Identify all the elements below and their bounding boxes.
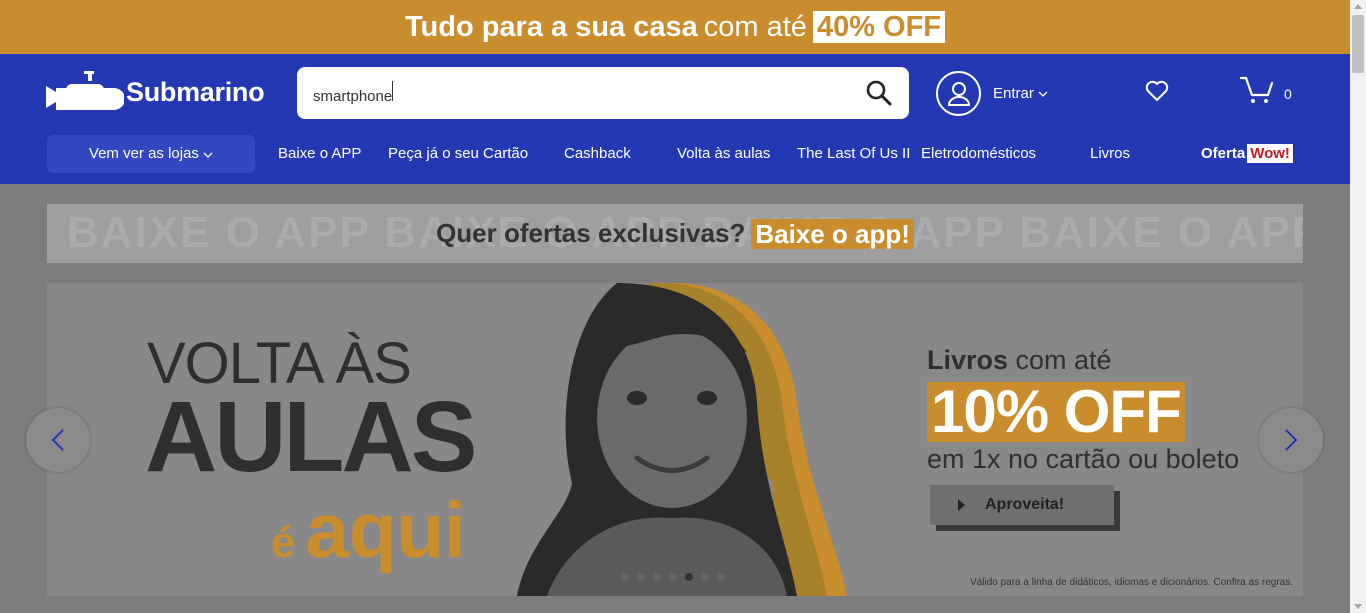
- promo-discount: 40% OFF: [812, 11, 946, 43]
- offer-discount: 10% OFF: [927, 382, 1185, 442]
- scroll-thumb[interactable]: [1352, 15, 1364, 73]
- hero-line-aulas: AULAS: [145, 381, 477, 493]
- nav-item-baixe-app[interactable]: Baixe o APP: [278, 135, 361, 173]
- scroll-down-arrow[interactable]: [1354, 604, 1362, 609]
- search-icon[interactable]: [865, 79, 893, 107]
- chevron-down-icon: [203, 152, 213, 158]
- hero-aqui: aqui: [305, 486, 466, 574]
- user-icon: [936, 71, 981, 116]
- oferta-label: Oferta: [1201, 145, 1246, 162]
- nav-item-last-of-us[interactable]: The Last Of Us II: [797, 135, 910, 173]
- banner-question: Quer ofertas exclusivas?: [436, 218, 746, 248]
- nav-item-cashback[interactable]: Cashback: [564, 135, 631, 173]
- offer-payment: em 1x no cartão ou boleto: [927, 444, 1240, 474]
- nav-stores-dropdown[interactable]: Vem ver as lojas: [47, 135, 255, 173]
- hero-e: é: [271, 518, 296, 567]
- offer-headline: Livros com até: [927, 345, 1239, 376]
- hero-carousel-slide[interactable]: VOLTA ÀS AULAS é aqui Livros com até 10% …: [47, 283, 1303, 596]
- account-menu[interactable]: Entrar: [936, 71, 1048, 116]
- scroll-up-arrow[interactable]: [1354, 4, 1362, 9]
- submarine-icon: [46, 71, 124, 110]
- aproveita-button[interactable]: Aproveita!: [930, 485, 1114, 525]
- nav-item-eletrodomesticos[interactable]: Eletrodomésticos: [921, 135, 1036, 173]
- carousel-dot[interactable]: [653, 573, 661, 581]
- carousel-dots: [621, 573, 725, 581]
- nav-item-livros[interactable]: Livros: [1090, 135, 1130, 173]
- site-header: Submarino smartphone Entrar 0 Vem ver as…: [0, 54, 1350, 184]
- login-label: Entrar: [993, 85, 1034, 102]
- cart-icon: [1240, 76, 1274, 103]
- search-value: smartphone: [313, 88, 393, 105]
- carousel-dot-active[interactable]: [685, 573, 693, 581]
- aproveita-label: Aproveita!: [985, 496, 1065, 513]
- chevron-right-icon: [1285, 429, 1298, 451]
- page-scrollbar[interactable]: [1350, 0, 1366, 613]
- banner-cta: Baixe o app!: [751, 218, 914, 249]
- carousel-dot[interactable]: [701, 573, 709, 581]
- cart-button[interactable]: 0: [1240, 76, 1292, 104]
- offer-livros: Livros: [927, 345, 1009, 375]
- chevron-down-icon: [1038, 91, 1048, 97]
- carousel-next-button[interactable]: [1259, 408, 1323, 472]
- chevron-left-icon: [51, 429, 64, 451]
- cart-count: 0: [1284, 86, 1292, 102]
- logo-text: Submarino: [126, 76, 265, 107]
- search-box[interactable]: smartphone: [297, 67, 909, 119]
- nav-item-volta-aulas[interactable]: Volta às aulas: [677, 135, 770, 173]
- search-input[interactable]: smartphone: [313, 81, 865, 105]
- carousel-dot[interactable]: [669, 573, 677, 581]
- submarino-logo[interactable]: Submarino: [46, 70, 265, 114]
- offer-com-ate: com até: [1008, 345, 1112, 375]
- carousel-prev-button[interactable]: [26, 408, 90, 472]
- play-icon: [958, 499, 965, 511]
- carousel-dot[interactable]: [717, 573, 725, 581]
- hero-headline: VOLTA ÀS AULAS é aqui: [145, 335, 477, 575]
- wow-badge: Wow!: [1247, 144, 1293, 163]
- hero-line-aqui: é aqui: [271, 485, 466, 576]
- heart-icon[interactable]: [1145, 80, 1169, 102]
- main-nav: Vem ver as lojas Baixe o APP Peça já o s…: [0, 135, 1350, 173]
- promo-text-bold: Tudo para a sua casa: [404, 10, 698, 43]
- app-download-banner[interactable]: BAIXE O APP BAIXE O APP BAIXE O APP BAIX…: [47, 204, 1303, 263]
- text-caret: [392, 81, 394, 101]
- hero-disclaimer: Válido para a linha de didáticos, idioma…: [970, 577, 1293, 588]
- nav-stores-label: Vem ver as lojas: [88, 145, 199, 162]
- nav-item-cartao[interactable]: Peça já o seu Cartão: [388, 135, 528, 173]
- promo-bar[interactable]: Tudo para a sua casa com até 40% OFF: [0, 0, 1350, 54]
- carousel-dot[interactable]: [621, 573, 629, 581]
- girl-photo: [517, 283, 847, 596]
- hero-offer: Livros com até 10% OFF em 1x no cartão o…: [927, 345, 1240, 525]
- nav-item-oferta-wow[interactable]: Oferta Wow!: [1201, 135, 1293, 173]
- carousel-dot[interactable]: [637, 573, 645, 581]
- promo-text-light: com até: [703, 10, 807, 43]
